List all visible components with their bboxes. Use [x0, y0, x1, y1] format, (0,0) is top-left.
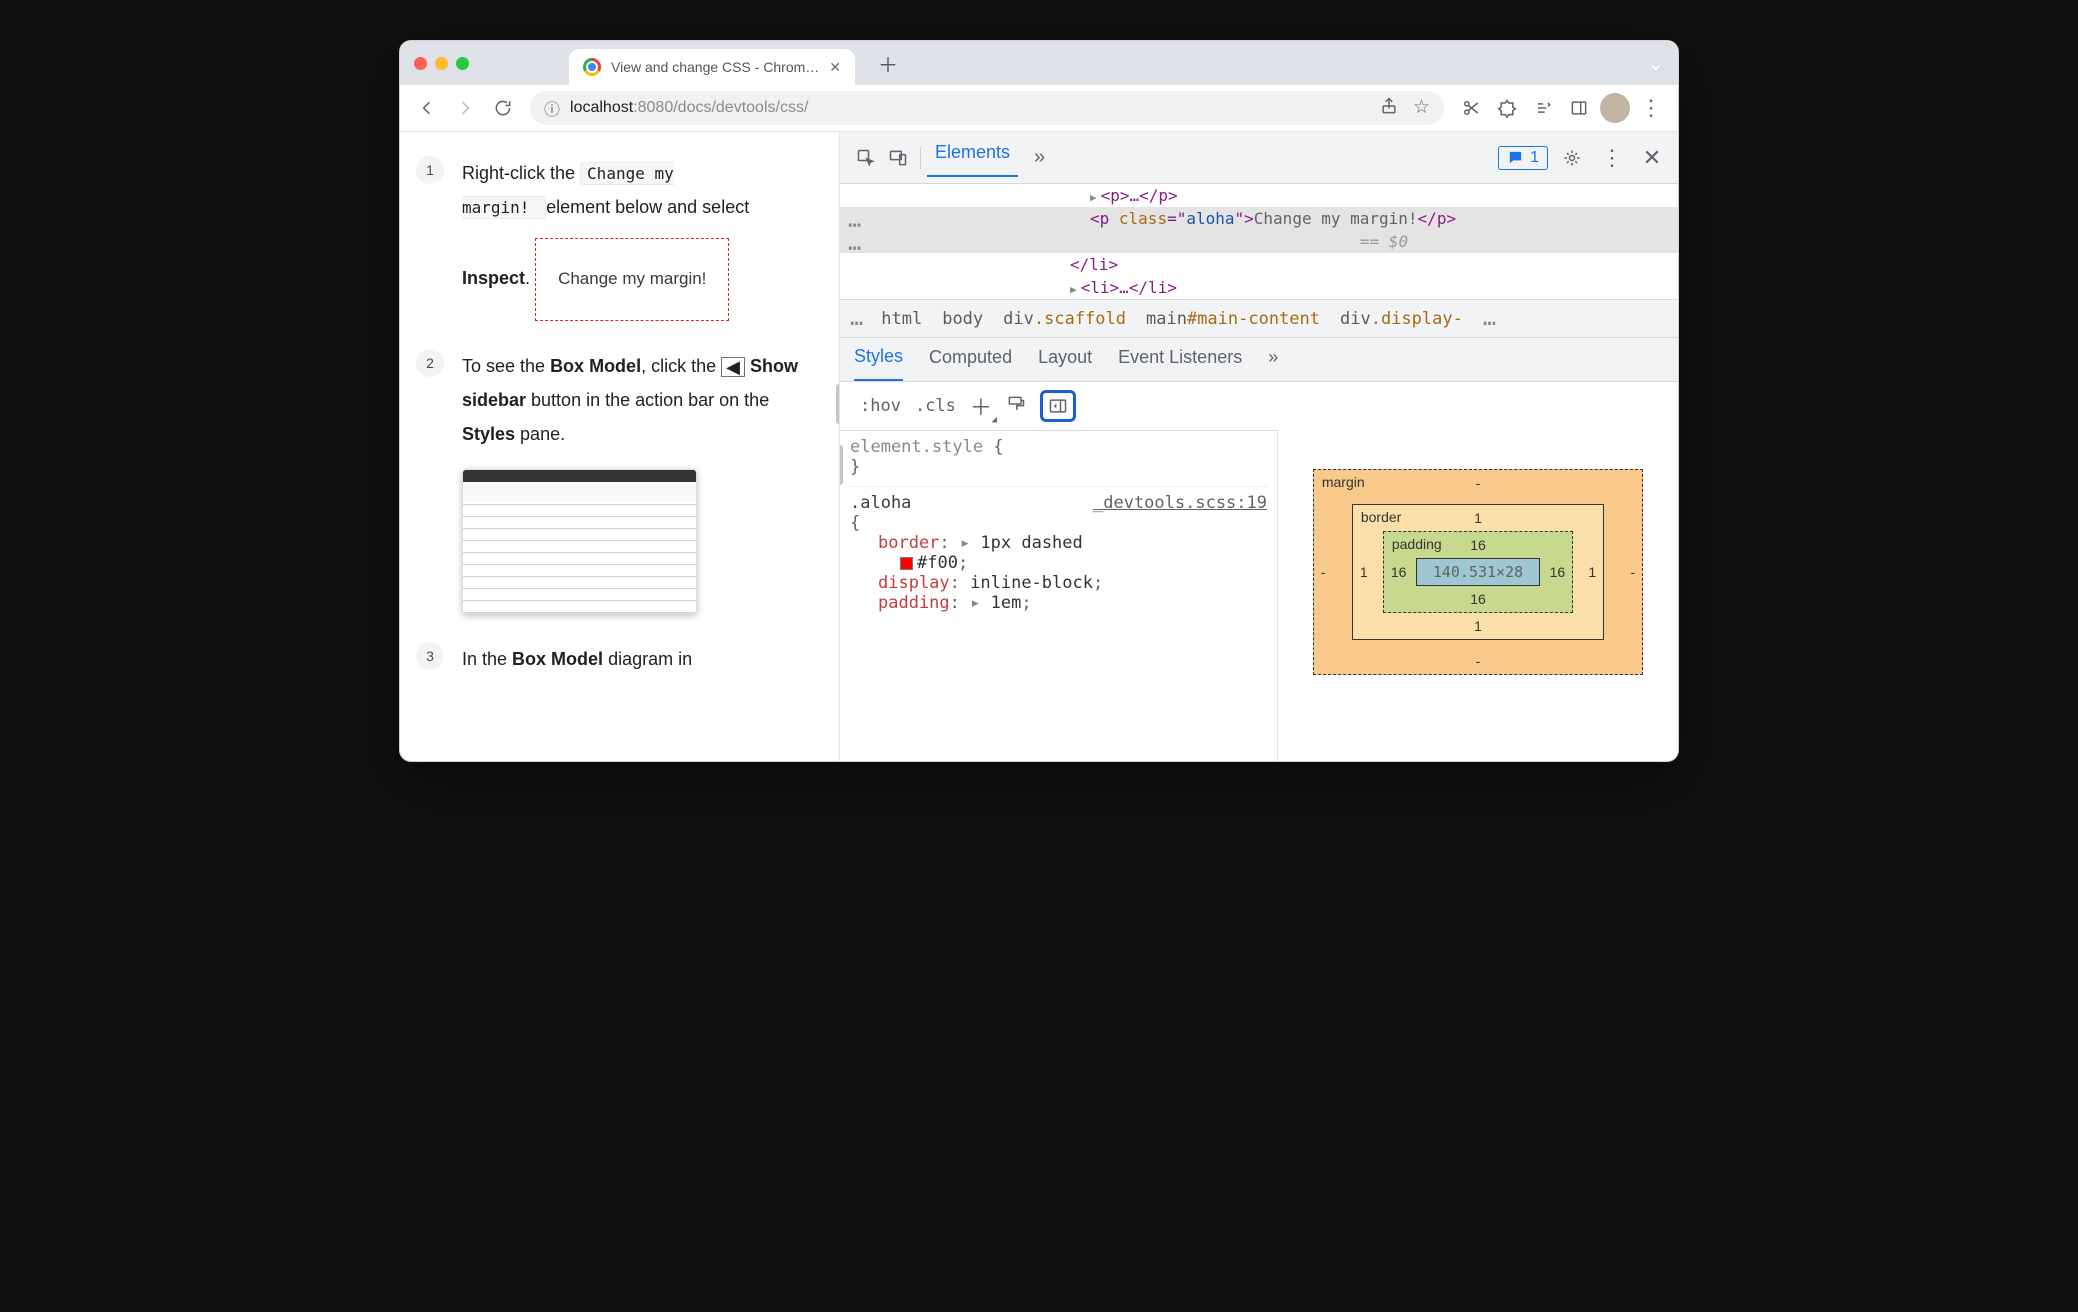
maximize-window-button[interactable]	[456, 57, 469, 70]
css-source-link[interactable]: _devtools.scss:19	[1093, 493, 1267, 513]
reload-button[interactable]	[486, 91, 520, 125]
traffic-lights	[414, 57, 469, 70]
devtools-settings-icon[interactable]	[1556, 142, 1588, 174]
breadcrumb-overflow-icon[interactable]: …	[850, 306, 861, 331]
back-button[interactable]	[410, 91, 444, 125]
scissors-icon[interactable]	[1454, 91, 1488, 125]
device-toolbar-icon[interactable]	[882, 142, 914, 174]
devtools-close-icon[interactable]: ✕	[1636, 142, 1668, 174]
dom-node-selected[interactable]: <p class="aloha">Change my margin!</p>	[840, 207, 1678, 230]
inspect-element-icon[interactable]	[850, 142, 882, 174]
omnibox[interactable]: ⓘ localhost:8080/docs/devtools/css/ ☆	[530, 91, 1444, 125]
tab-strip: View and change CSS - Chrom… ✕ ＋ ⌄	[400, 41, 1678, 85]
share-icon[interactable]	[1379, 96, 1399, 121]
breadcrumb-node[interactable]: html	[881, 309, 922, 329]
subtab-event-listeners[interactable]: Event Listeners	[1118, 347, 1242, 380]
subtab-styles[interactable]: Styles	[854, 346, 903, 381]
browser-tab[interactable]: View and change CSS - Chrom… ✕	[569, 49, 855, 85]
subtab-layout[interactable]: Layout	[1038, 347, 1092, 380]
address-bar: ⓘ localhost:8080/docs/devtools/css/ ☆ ⋮	[400, 85, 1678, 131]
tab-elements[interactable]: Elements	[927, 138, 1018, 177]
media-control-icon[interactable]	[1526, 91, 1560, 125]
new-tab-button[interactable]: ＋	[873, 48, 903, 78]
devtools-menu-icon[interactable]: ⋮	[1596, 142, 1628, 174]
dom-selection-marker: == $0	[840, 230, 1678, 253]
tab-title: View and change CSS - Chrom…	[611, 59, 819, 75]
show-sidebar-chip-icon: ◀	[721, 357, 745, 377]
css-rules-pane[interactable]: element.style { } .aloha _devtools.scss:…	[840, 431, 1278, 761]
show-sidebar-button[interactable]	[1040, 390, 1076, 422]
add-rule-icon[interactable]: ＋◢	[970, 390, 992, 422]
toolbar-actions: ⋮	[1454, 91, 1668, 125]
cls-toggle[interactable]: .cls	[915, 396, 956, 416]
dom-node[interactable]: </li>	[1070, 255, 1118, 274]
chrome-menu-icon[interactable]: ⋮	[1634, 91, 1668, 125]
box-model-padding[interactable]: padding 16 16 16 16 140.531×28	[1383, 531, 1573, 613]
overflow-tabs-icon[interactable]: »	[1034, 146, 1045, 169]
page-content: 1 Right-click the Change my margin! elem…	[400, 132, 840, 761]
feedback-button[interactable]: 1	[1498, 146, 1548, 170]
profile-avatar[interactable]	[1598, 91, 1632, 125]
example-target-element[interactable]: Change my margin!	[535, 238, 729, 320]
step-number: 2	[416, 349, 444, 377]
url-display: localhost:8080/docs/devtools/css/	[570, 99, 808, 117]
dom-node[interactable]: <li>…</li>	[1081, 278, 1177, 297]
content-area: 1 Right-click the Change my margin! elem…	[400, 131, 1678, 761]
chrome-favicon-icon	[583, 58, 601, 76]
breadcrumb-node[interactable]: main#main-content	[1146, 309, 1320, 329]
subtab-overflow-icon[interactable]: »	[1268, 347, 1278, 380]
browser-window: View and change CSS - Chrom… ✕ ＋ ⌄ ⓘ loc…	[399, 40, 1679, 762]
forward-button[interactable]	[448, 91, 482, 125]
subtab-computed[interactable]: Computed	[929, 347, 1012, 380]
step-number: 1	[416, 156, 444, 184]
screenshot-thumbnail[interactable]	[462, 469, 697, 614]
dom-breadcrumb[interactable]: … html body div.scaffold main#main-conte…	[840, 299, 1678, 338]
devtools-header: Elements » 1 ⋮ ✕	[840, 132, 1678, 184]
styles-action-bar: :hov .cls ＋◢	[840, 382, 1278, 431]
breadcrumb-node[interactable]: div.display-	[1340, 309, 1463, 329]
box-model-content[interactable]: 140.531×28	[1416, 558, 1540, 586]
instruction-step-3: 3 In the Box Model diagram in	[416, 642, 811, 676]
dom-tree[interactable]: <p>…</p> <p class="aloha">Change my marg…	[840, 184, 1678, 299]
breadcrumb-node[interactable]: div.scaffold	[1003, 309, 1126, 329]
dom-node[interactable]: <p>…</p>	[1101, 186, 1178, 205]
tabs-overflow-icon[interactable]: ⌄	[1647, 51, 1664, 76]
breadcrumb-node[interactable]: body	[942, 309, 983, 329]
step-number: 3	[416, 642, 444, 670]
devtools-panel: Elements » 1 ⋮ ✕ <p>…</p> <p class="aloh…	[840, 132, 1678, 761]
close-window-button[interactable]	[414, 57, 427, 70]
side-panel-icon[interactable]	[1562, 91, 1596, 125]
extensions-icon[interactable]	[1490, 91, 1524, 125]
box-model-border[interactable]: border 1 1 1 1 padding 16 16 16 16	[1352, 504, 1604, 640]
styles-subtabs: Styles Computed Layout Event Listeners »	[840, 338, 1678, 382]
box-model-pane[interactable]: margin - - - - border 1 1 1 1 padding	[1278, 382, 1678, 761]
instruction-step-2: 2 To see the Box Model, click the ◀ Show…	[416, 349, 811, 615]
box-model-margin[interactable]: margin - - - - border 1 1 1 1 padding	[1313, 469, 1643, 675]
hover-toggle[interactable]: :hov	[860, 396, 901, 416]
css-selector[interactable]: .aloha	[850, 493, 911, 513]
color-swatch[interactable]	[900, 557, 913, 570]
breadcrumb-overflow-icon[interactable]: …	[1483, 306, 1494, 331]
styles-lower: :hov .cls ＋◢ element.style { } .aloha _d…	[840, 382, 1678, 761]
close-tab-icon[interactable]: ✕	[829, 59, 841, 76]
bookmark-icon[interactable]: ☆	[1413, 96, 1430, 121]
paint-icon[interactable]	[1006, 394, 1026, 419]
instruction-step-1: 1 Right-click the Change my margin! elem…	[416, 156, 811, 321]
minimize-window-button[interactable]	[435, 57, 448, 70]
site-info-icon[interactable]: ⓘ	[544, 96, 560, 120]
